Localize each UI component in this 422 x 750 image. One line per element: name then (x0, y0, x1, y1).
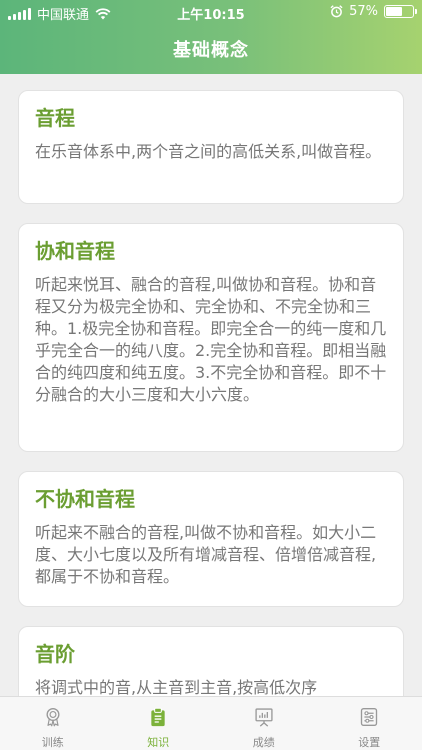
concept-title: 音程 (35, 106, 75, 130)
concept-body: 在乐音体系中,两个音之间的高低关系,叫做音程。 (35, 142, 382, 161)
knowledge-list[interactable]: 音程 在乐音体系中,两个音之间的高低关系,叫做音程。 协和音程 听起来悦耳、融合… (0, 74, 422, 696)
clipboard-icon (151, 707, 165, 727)
tab-knowledge[interactable]: 知识 (106, 697, 212, 750)
page-title: 基础概念 (173, 40, 249, 61)
concept-title: 音阶 (35, 642, 75, 666)
concept-body: 听起来悦耳、融合的音程,叫做协和音程。协和音程又分为极完全协和、完全协和、不完全… (35, 275, 387, 404)
sliders-icon (361, 708, 378, 726)
tab-label: 知识 (147, 736, 170, 749)
tab-bar: 训练 知识 成绩 设置 (0, 696, 422, 750)
app-header: 中国联通 上午10:15 57% 基础概念 (0, 0, 422, 74)
concept-card[interactable]: 协和音程 听起来悦耳、融合的音程,叫做协和音程。协和音程又分为极完全协和、完全协… (18, 223, 404, 452)
tab-label: 训练 (41, 736, 64, 749)
status-bar: 中国联通 上午10:15 57% (0, 0, 422, 24)
concept-title: 不协和音程 (35, 487, 135, 511)
concept-card[interactable]: 音程 在乐音体系中,两个音之间的高低关系,叫做音程。 (18, 90, 404, 204)
concept-title: 协和音程 (35, 239, 115, 263)
concept-body: 听起来不融合的音程,叫做不协和音程。如大小二度、大小七度以及所有增减音程、倍增倍… (35, 523, 377, 586)
concept-body: 将调式中的音,从主音到主音,按高低次序 (35, 678, 318, 696)
tab-scores[interactable]: 成绩 (211, 697, 317, 750)
status-right: 57% (330, 4, 417, 19)
battery-percent: 57% (349, 4, 378, 19)
alarm-clock-icon (330, 5, 343, 18)
chart-board-icon (255, 708, 273, 727)
concept-card[interactable]: 音阶 将调式中的音,从主音到主音,按高低次序 (18, 626, 404, 696)
tab-settings[interactable]: 设置 (317, 697, 422, 750)
concept-card[interactable]: 不协和音程 听起来不融合的音程,叫做不协和音程。如大小二度、大小七度以及所有增减… (18, 471, 404, 607)
tab-training[interactable]: 训练 (0, 697, 106, 750)
medal-icon (46, 708, 60, 727)
battery-icon (384, 5, 417, 18)
tab-label: 设置 (358, 736, 381, 749)
tab-label: 成绩 (252, 736, 275, 749)
